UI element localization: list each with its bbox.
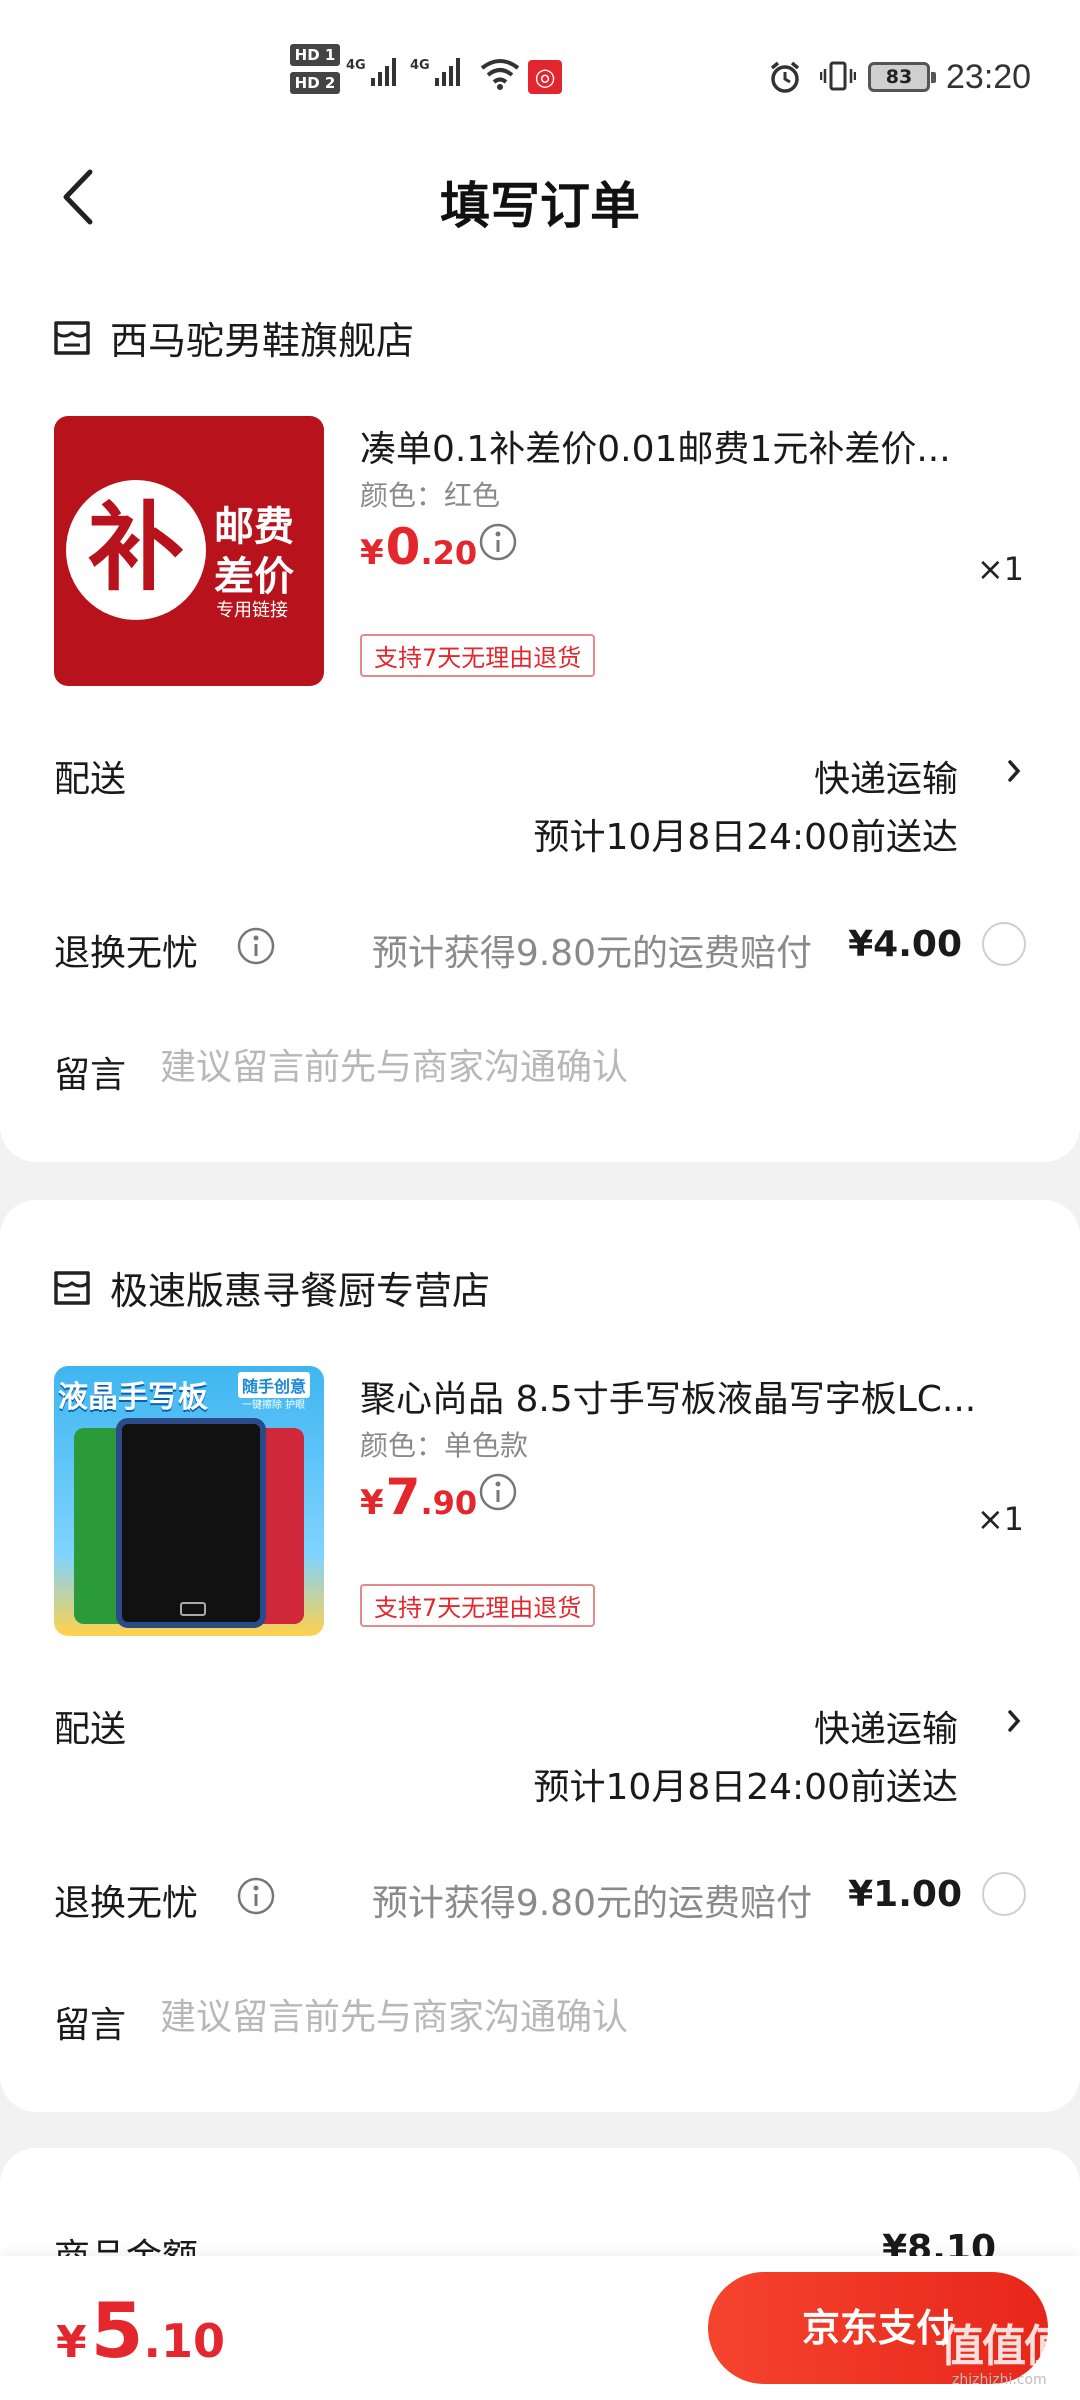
product-quantity: ×1 [976, 550, 1024, 588]
product-title[interactable]: 凑单0.1补差价0.01邮费1元补差价... [360, 420, 1020, 472]
order-card-2: 极速版惠寻餐厨专营店 液晶手写板 随手创意 一键擦除 护眼 聚心尚品 8.5寸手… [0, 1200, 1080, 2112]
alarm-icon [770, 61, 800, 93]
order-card-1: 西马驼男鞋旗舰店 补 邮费 差价 专用链接 凑单0.1补差价0.01邮费1元补差… [0, 250, 1080, 1162]
sim1-hd-badge: HD 1 [290, 44, 340, 66]
price-info-icon[interactable] [478, 522, 518, 562]
netease-music-icon: ◎ [528, 60, 562, 94]
chevron-right-icon[interactable] [1004, 1704, 1024, 1738]
shop-icon [54, 320, 90, 355]
price-info-icon[interactable] [478, 1472, 518, 1512]
total-price: ¥ 5 .10 [56, 2286, 226, 2375]
bu-logo: 补 [66, 480, 206, 620]
product-spec: 颜色：红色 [360, 479, 501, 512]
product-quantity: ×1 [976, 1500, 1024, 1538]
message-label: 留言 [54, 2005, 127, 2046]
watermark-logo: 值值值 [940, 2321, 1068, 2372]
info-icon[interactable] [236, 1876, 276, 1916]
page-title: 填写订单 [440, 177, 640, 235]
delivery-label: 配送 [54, 1709, 127, 1750]
clock: 23:20 [946, 58, 1032, 96]
delivery-eta: 预计10月8日24:00前送达 [533, 1767, 958, 1808]
watermark-url: zhizhizhi.com [952, 2372, 1047, 2388]
shop-name: 西马驼男鞋旗舰店 [110, 319, 415, 363]
shop-row[interactable]: 西马驼男鞋旗舰店 [52, 310, 414, 365]
delivery-label: 配送 [54, 759, 127, 800]
shop-row[interactable]: 极速版惠寻餐厨专营店 [52, 1260, 490, 1315]
return-insurance-desc: 预计获得9.80元的运费赔付 [371, 933, 812, 974]
return-insurance-desc: 预计获得9.80元的运费赔付 [371, 1883, 812, 1924]
return-insurance-label: 退换无忧 [54, 1883, 199, 1924]
product-price: ¥ 0 .20 [360, 518, 478, 576]
sim-indicators: HD 1 HD 2 [290, 44, 340, 100]
vibrate-icon [820, 61, 856, 91]
sim2-hd-badge: HD 2 [290, 72, 340, 94]
product-image[interactable]: 液晶手写板 随手创意 一键擦除 护眼 [54, 1366, 324, 1636]
product-spec: 颜色：单色款 [360, 1429, 529, 1462]
product-image[interactable]: 补 邮费 差价 专用链接 [54, 416, 324, 686]
return-policy-badge: 支持7天无理由退货 [360, 634, 596, 677]
message-label: 留言 [54, 1055, 127, 1096]
return-policy-badge: 支持7天无理由退货 [360, 1584, 596, 1627]
delivery-method[interactable]: 快递运输 [814, 750, 958, 802]
battery-icon: 83 [868, 62, 936, 92]
chevron-right-icon[interactable] [1004, 754, 1024, 788]
return-insurance-price: ¥1.00 [848, 1874, 962, 1915]
return-insurance-price: ¥4.00 [848, 924, 962, 965]
return-insurance-radio[interactable] [982, 922, 1026, 966]
product-title[interactable]: 聚心尚品 8.5寸手写板液晶写字板LC... [360, 1370, 1020, 1422]
message-input[interactable] [160, 1040, 1020, 1094]
product-price: ¥ 7 .90 [360, 1468, 478, 1526]
signal-icon-sim2: 4G [410, 58, 460, 86]
shop-icon [54, 1270, 90, 1305]
status-bar: HD 1 HD 2 4G 4G ◎ 83 23:20 [0, 0, 1080, 140]
return-insurance-radio[interactable] [982, 1872, 1026, 1916]
header: 填写订单 [0, 140, 1080, 260]
return-insurance-label: 退换无忧 [54, 933, 199, 974]
signal-icon-sim1: 4G [346, 58, 396, 86]
delivery-eta: 预计10月8日24:00前送达 [533, 817, 958, 858]
message-input[interactable] [160, 1990, 1020, 2044]
info-icon[interactable] [236, 926, 276, 966]
shop-name: 极速版惠寻餐厨专营店 [110, 1269, 491, 1313]
wifi-icon [480, 59, 520, 90]
checkout-bar: ¥ 5 .10 京东支付 [0, 2256, 1080, 2400]
tablet-illustration [116, 1418, 266, 1628]
delivery-method[interactable]: 快递运输 [814, 1700, 958, 1752]
